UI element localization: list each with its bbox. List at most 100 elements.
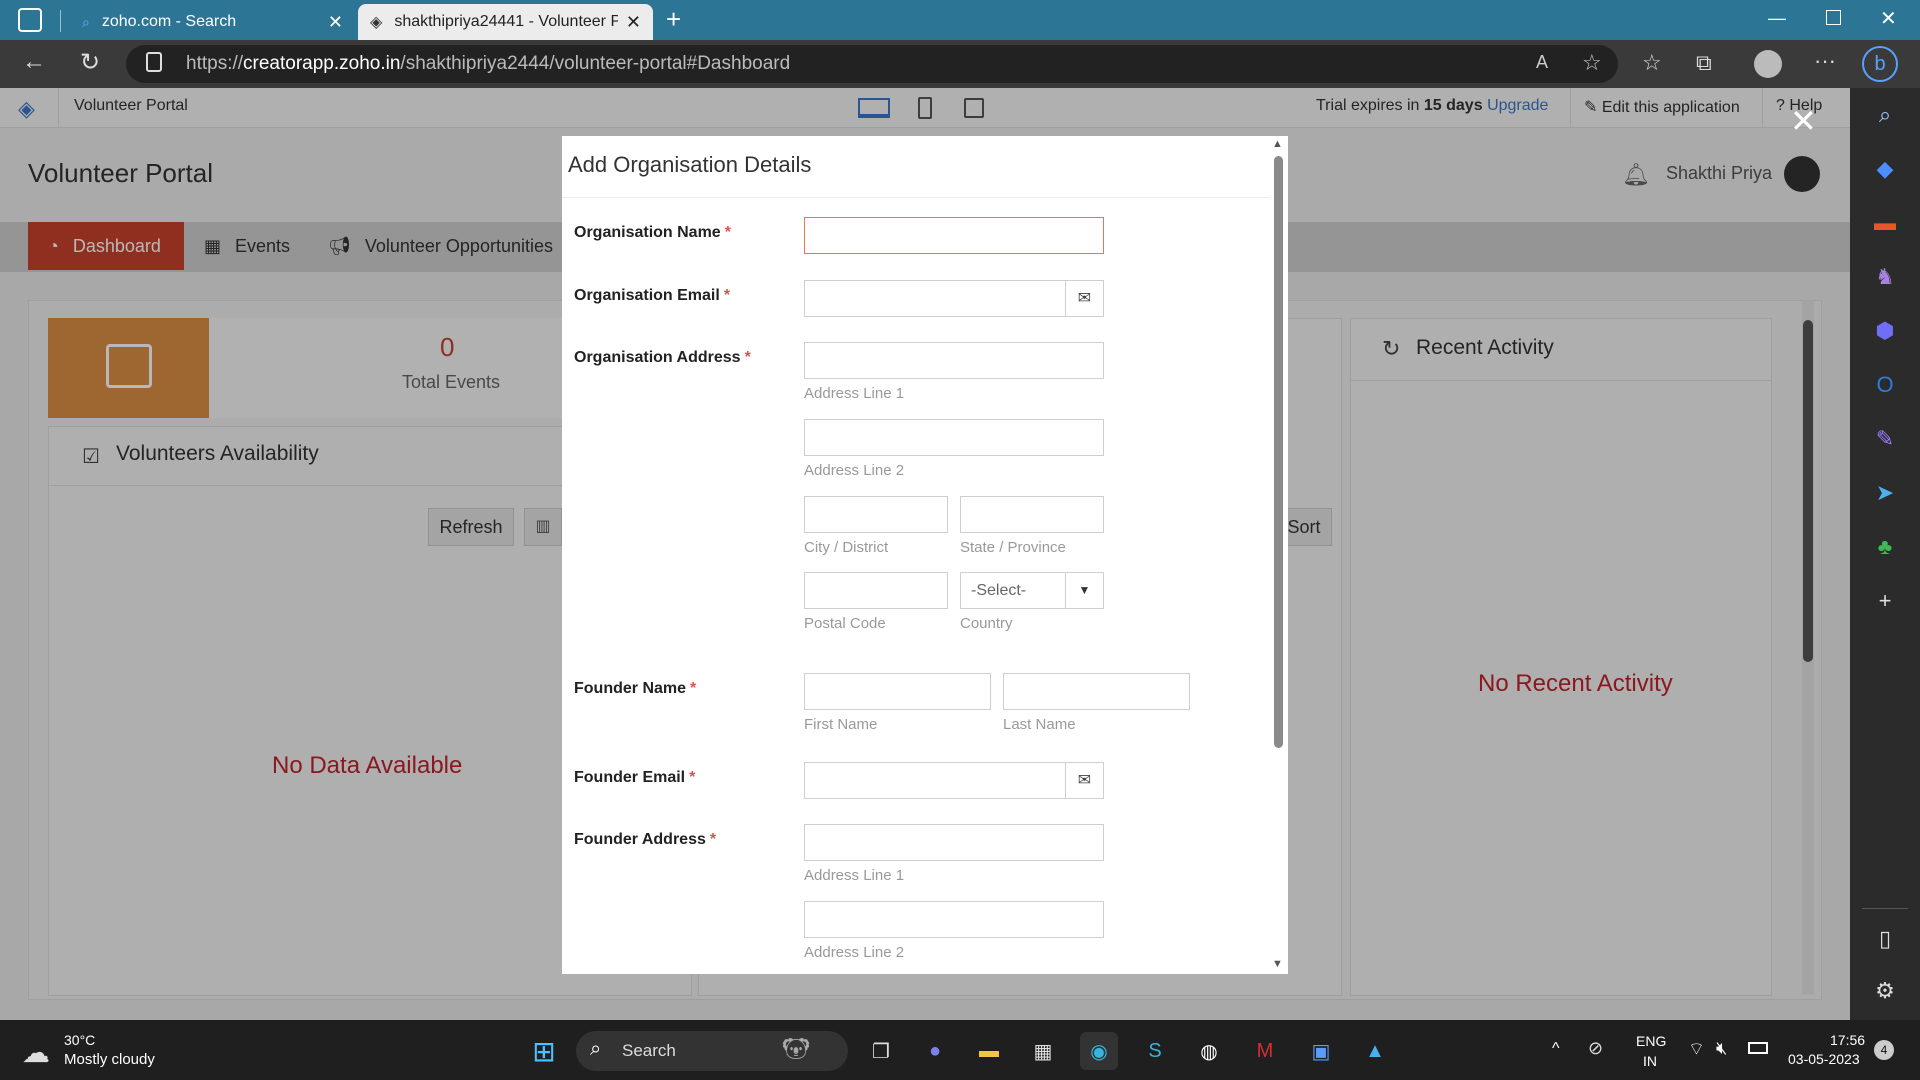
founder-address-line1-hint: Address Line 1 [804, 867, 905, 884]
founder-name-label: Founder Name * [574, 680, 696, 698]
tab-divider [60, 10, 61, 32]
more-options-icon[interactable]: ··· [1814, 48, 1836, 74]
org-address-line2-input[interactable] [804, 419, 1104, 456]
store-icon[interactable]: ▦ [1024, 1032, 1062, 1070]
tab-title: zoho.com - Search [101, 13, 237, 30]
org-country-hint: Country [960, 615, 1013, 632]
founder-email-label-text: Founder Email [574, 769, 686, 786]
close-modal-icon[interactable]: ✕ [1790, 102, 1817, 140]
org-country-select[interactable]: -Select- ▼ [960, 572, 1104, 609]
back-icon[interactable]: ← [14, 48, 54, 76]
weather-desc[interactable]: Mostly cloudy [64, 1051, 155, 1068]
mcafee-icon[interactable]: M [1246, 1032, 1284, 1070]
org-name-input[interactable] [804, 217, 1104, 254]
required-marker: * [690, 680, 697, 697]
workspaces-icon[interactable] [18, 8, 42, 32]
wifi-icon[interactable]: ⌔ [1688, 1038, 1705, 1061]
refresh-icon[interactable]: ↻ [70, 48, 110, 77]
notification-badge[interactable]: 4 [1874, 1040, 1894, 1060]
org-name-label-text: Organisation Name [574, 224, 721, 241]
country-select-value: -Select- [971, 582, 1027, 599]
copilot-icon[interactable]: b [1862, 46, 1898, 82]
org-address-line2-hint: Address Line 2 [804, 462, 905, 479]
profile-icon[interactable] [1754, 50, 1782, 78]
language-1[interactable]: ENG [1636, 1033, 1666, 1049]
tree-icon[interactable]: ♣ [1866, 528, 1904, 566]
modal-title: Add Organisation Details [568, 152, 812, 177]
required-marker: * [689, 769, 696, 786]
microsoft-365-icon[interactable]: ⬢ [1866, 312, 1904, 350]
collections-icon[interactable]: ⧉ [1696, 50, 1712, 76]
weather-cloud-icon[interactable]: ☁ [22, 1036, 50, 1069]
taskbar-search-label: Search [622, 1041, 676, 1060]
new-tab-icon[interactable]: + [666, 4, 681, 35]
tab-title: shakthipriya24441 - Volunteer Po [394, 13, 618, 30]
org-city-input[interactable] [804, 496, 948, 533]
browser-tab-search[interactable]: ⌕ zoho.com - Search ✕ [70, 4, 355, 40]
weather-temp[interactable]: 30°C [64, 1032, 95, 1048]
add-icon[interactable]: + [1866, 582, 1904, 620]
show-hidden-icons[interactable]: ^ [1552, 1040, 1560, 1058]
designer-icon[interactable]: ✎ [1866, 420, 1904, 458]
volume-muted-icon[interactable]: 🔇︎ [1716, 1038, 1727, 1059]
scroll-up-icon[interactable]: ▲ [1272, 138, 1283, 150]
browser-tab-volunteer[interactable]: ◈ shakthipriya24441 - Volunteer Po ✕ [358, 4, 653, 40]
url-path: /shakthipriya2444/volunteer-portal#Dashb… [400, 53, 791, 74]
taskbar-search-box[interactable]: ⌕ Search 🐨︎ [576, 1031, 848, 1071]
founder-address-line2-input[interactable] [804, 901, 1104, 938]
teams-chat-icon[interactable]: ● [916, 1032, 954, 1070]
games-icon[interactable]: ♞ [1866, 258, 1904, 296]
tools-icon[interactable]: ▬ [1866, 204, 1904, 242]
shopping-icon[interactable]: ◆ [1866, 150, 1904, 188]
sidebar-divider [1862, 908, 1908, 909]
outlook-icon[interactable]: O [1866, 366, 1904, 404]
required-marker: * [724, 224, 731, 241]
battery-icon[interactable] [1748, 1042, 1768, 1054]
start-icon[interactable]: ⊞ [525, 1032, 563, 1070]
settings-icon[interactable]: ⚙ [1866, 972, 1904, 1010]
search-icon: ⌕ [590, 1038, 602, 1060]
file-explorer-icon[interactable]: ▬ [970, 1032, 1008, 1070]
required-marker: * [709, 831, 717, 848]
devc-icon[interactable]: ▣ [1302, 1032, 1340, 1070]
edge-icon[interactable]: ◉ [1080, 1032, 1118, 1070]
required-marker: * [723, 287, 731, 304]
close-tab-icon[interactable]: ✕ [626, 12, 641, 33]
org-address-line1-input[interactable] [804, 342, 1104, 379]
send-icon[interactable]: ➤ [1866, 474, 1904, 512]
org-name-label: Organisation Name * [574, 224, 731, 242]
founder-email-label: Founder Email * [574, 769, 695, 787]
app-circle-icon[interactable]: ◍ [1190, 1032, 1228, 1070]
org-email-label-text: Organisation Email [574, 287, 720, 304]
favorites-icon[interactable]: ☆ [1642, 50, 1662, 76]
modal-scrollbar-thumb[interactable] [1274, 156, 1283, 748]
org-email-input[interactable] [804, 280, 1066, 317]
add-favorite-icon[interactable]: ☆ [1582, 50, 1602, 76]
founder-email-input[interactable] [804, 762, 1066, 799]
founder-address-line1-input[interactable] [804, 824, 1104, 861]
address-bar[interactable]: https://creatorapp.zoho.in/shakthipriya2… [126, 45, 1618, 83]
minimize-icon[interactable]: — [1768, 8, 1786, 29]
search-icon[interactable]: ⌕ [1866, 96, 1904, 134]
org-address-label: Organisation Address * [574, 349, 751, 367]
lock-icon[interactable] [146, 52, 162, 72]
org-postal-code-hint: Postal Code [804, 615, 886, 632]
language-2[interactable]: IN [1643, 1053, 1657, 1069]
task-view-icon[interactable]: ❐ [862, 1032, 900, 1070]
clock-date[interactable]: 03-05-2023 [1788, 1051, 1860, 1067]
sidebar-toggle-icon[interactable]: ▯ [1866, 920, 1904, 958]
close-window-icon[interactable]: ✕ [1880, 6, 1897, 31]
scroll-down-icon[interactable]: ▼ [1272, 958, 1283, 970]
skype-icon[interactable]: S [1136, 1032, 1174, 1070]
org-state-input[interactable] [960, 496, 1104, 533]
network-off-icon[interactable]: ⊘ [1588, 1038, 1603, 1059]
read-aloud-icon[interactable]: A [1536, 52, 1548, 73]
founder-last-name-input[interactable] [1003, 673, 1190, 710]
founder-first-name-input[interactable] [804, 673, 991, 710]
clock-time[interactable]: 17:56 [1830, 1032, 1865, 1048]
org-postal-code-input[interactable] [804, 572, 948, 609]
photos-icon[interactable]: ▲ [1356, 1032, 1394, 1070]
chevron-down-icon: ▼ [1065, 573, 1103, 608]
restore-icon[interactable] [1826, 10, 1841, 25]
close-tab-icon[interactable]: ✕ [328, 12, 343, 33]
